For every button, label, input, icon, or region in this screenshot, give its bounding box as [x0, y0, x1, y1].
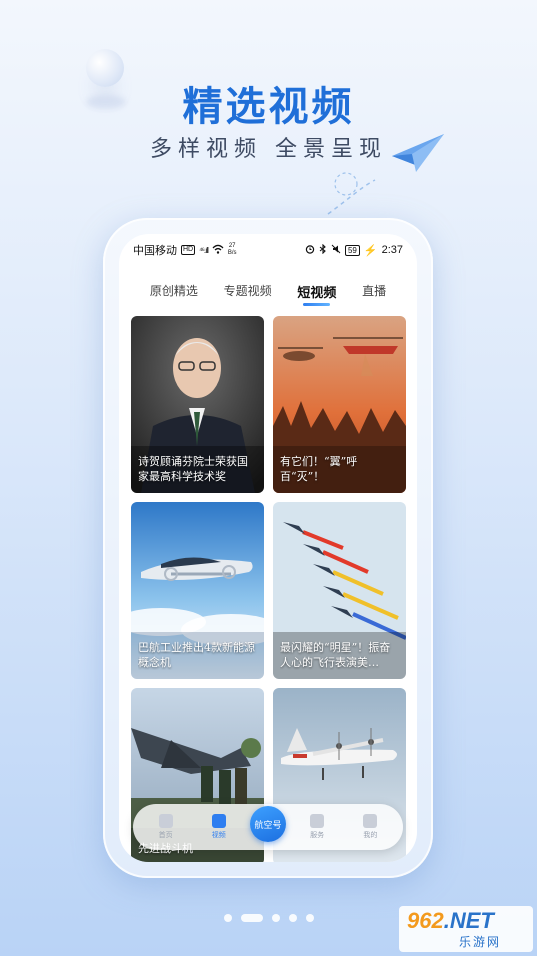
net-speed: 27 B/s	[228, 243, 237, 257]
video-category-tabs: 原创精选 专题视频 短视频 直播	[119, 278, 417, 306]
video-grid: 诗贺顾诵芬院士荣获国家最高科学技术奖 有它们！“翼”呼百“灭”！ 巴航工业推出4…	[131, 316, 407, 862]
video-title: 诗贺顾诵芬院士荣获国家最高科学技术奖	[138, 455, 248, 483]
user-icon	[363, 814, 378, 828]
alarm-icon	[305, 244, 315, 257]
phone-mockup: 中国移动 HD ⁴⁶.ıll 27 B/s 59 ⚡ 2:37 原创精选 专题视…	[103, 218, 433, 878]
nav-aviation-account-button[interactable]: 航空号	[249, 806, 286, 842]
nav-profile-label: 我的	[363, 831, 378, 839]
bottom-navigation: 首页 视频 航空号 服务 我的	[133, 804, 403, 850]
page-dot-active[interactable]	[240, 914, 263, 922]
clock: 2:37	[381, 244, 403, 256]
promo-subline: 多样视频 全景呈现	[150, 137, 387, 162]
battery-indicator: 59	[344, 244, 360, 256]
home-icon	[158, 814, 173, 828]
page-dot[interactable]	[305, 914, 314, 922]
charging-icon: ⚡	[363, 244, 378, 257]
watermark-site-name: 乐游网	[459, 935, 502, 949]
promo-headline: 精选视频	[182, 84, 355, 130]
tab-original[interactable]: 原创精选	[150, 278, 198, 306]
status-bar: 中国移动 HD ⁴⁶.ıll 27 B/s 59 ⚡ 2:37	[133, 240, 403, 260]
nav-home[interactable]: 首页	[144, 814, 188, 840]
video-icon	[211, 814, 226, 828]
nav-service-label: 服务	[310, 831, 325, 839]
video-title: 有它们！“翼”呼百“灭”！	[280, 455, 358, 483]
net-speed-value: 27	[228, 243, 236, 249]
phone-screen: 中国移动 HD ⁴⁶.ıll 27 B/s 59 ⚡ 2:37 原创精选 专题视…	[119, 234, 417, 862]
nav-video[interactable]: 视频	[197, 814, 241, 840]
page-dot[interactable]	[288, 914, 297, 922]
heart-icon	[310, 814, 325, 828]
tab-short-video[interactable]: 短视频	[297, 278, 336, 306]
video-card[interactable]: 有它们！“翼”呼百“灭”！	[273, 316, 406, 493]
wifi-icon	[212, 244, 224, 257]
hd-badge: HD	[181, 245, 196, 255]
tab-live[interactable]: 直播	[362, 278, 386, 306]
video-card[interactable]: 巴航工业推出4款新能源概念机	[131, 502, 264, 679]
nav-profile[interactable]: 我的	[348, 814, 392, 840]
paper-plane-icon	[327, 134, 444, 215]
nav-service[interactable]: 服务	[295, 814, 339, 840]
video-title: 最闪耀的“明星”！振奋人心的飞行表演美…	[280, 641, 391, 669]
nav-home-label: 首页	[158, 831, 173, 839]
signal-icon: ⁴⁶.ıll	[199, 245, 209, 255]
watermark-domain: .NET	[443, 908, 494, 933]
nav-video-label: 视频	[211, 831, 226, 839]
video-card[interactable]: 诗贺顾诵芬院士荣获国家最高科学技术奖	[131, 316, 264, 493]
tab-topics[interactable]: 专题视频	[224, 278, 272, 306]
mute-icon	[331, 244, 341, 257]
carrier-name: 中国移动	[133, 245, 177, 257]
video-title: 巴航工业推出4款新能源概念机	[138, 641, 255, 669]
net-speed-unit: B/s	[227, 250, 237, 256]
page-dot[interactable]	[271, 914, 280, 922]
watermark-logo: 962.NET	[407, 908, 494, 934]
bluetooth-icon	[319, 243, 327, 257]
watermark-brand: 962	[407, 908, 444, 933]
page-dot[interactable]	[223, 914, 232, 922]
video-card[interactable]: 最闪耀的“明星”！振奋人心的飞行表演美…	[273, 502, 406, 679]
site-watermark: 962.NET 乐游网	[399, 906, 533, 952]
